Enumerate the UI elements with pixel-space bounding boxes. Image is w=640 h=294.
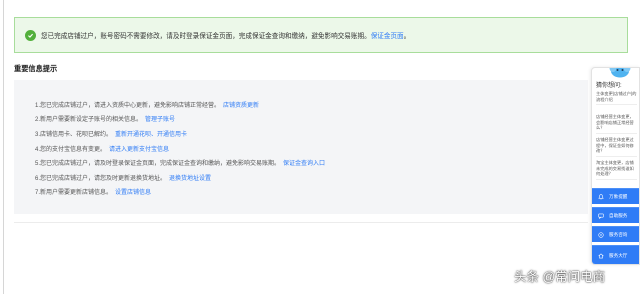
- home-icon: [598, 253, 604, 258]
- info-row: 2.新用户需要新设定子账号的相关信息。 管理子账号: [35, 112, 588, 127]
- self-service-label: 自助服务: [609, 212, 628, 218]
- divider: [14, 222, 588, 223]
- info-text: 1.您已完成店铺过户，请进入资质中心更新，避免影响店铺正常经营。: [35, 102, 221, 109]
- qualification-update-link[interactable]: 店铺资质更新: [223, 100, 259, 109]
- consult-label: 服务咨询: [609, 231, 628, 237]
- success-banner: 您已完成店铺过户，账号密码不需要修改，请及时登录保证金页面，完成保证金查询和缴纳…: [14, 17, 628, 53]
- info-row: 5.您已完成店铺过户，请及时登录保证金页面，完成保证金查询和缴纳，避免影响交易账…: [35, 155, 588, 170]
- assistant-panel: 猜你想问: 主体变更(店铺过户)的流程介绍 店铺经营主体变更，会影响店铺正常经营…: [591, 67, 640, 265]
- faq-question[interactable]: 店铺经营主体变更，会影响店铺正常经营么？: [596, 114, 637, 134]
- bell-icon: [598, 193, 604, 199]
- faq-question[interactable]: 店铺经营主体变更过程中，保证金如何修改？: [596, 137, 637, 157]
- info-text: 6.您已完成店铺过户，请您及时更新退换货地址。: [35, 175, 167, 182]
- service-hall-label: 服务大厅: [609, 252, 628, 258]
- info-row: 4.您的支付宝信息有变更。 请进入更新支付宝信息: [35, 141, 588, 156]
- banner-message: 您已完成店铺过户，账号密码不需要修改，请及时登录保证金页面，完成保证金查询和缴纳…: [41, 33, 371, 40]
- return-address-link[interactable]: 退换货地址设置: [169, 173, 211, 182]
- chat-icon: [598, 213, 604, 219]
- page-left-border: [3, 0, 4, 294]
- section-title: 重要信息提示: [14, 64, 58, 73]
- service-hall-button[interactable]: 服务大厅: [592, 245, 639, 264]
- check-circle-icon: [25, 29, 36, 41]
- update-alipay-link[interactable]: 请进入更新支付宝信息: [109, 144, 169, 153]
- info-row: 6.您已完成店铺过户，请您及时更新退换货地址。 退换货地址设置: [35, 170, 588, 185]
- banner-period: 。: [403, 33, 411, 40]
- faq-question[interactable]: 主体变更(店铺过户)的流程介绍: [596, 91, 637, 106]
- store-info-link[interactable]: 设置店铺信息: [115, 187, 151, 196]
- watermark-text: 头条 @常问电商: [514, 270, 606, 284]
- info-row: 1.您已完成店铺过户，请进入资质中心更新，避免影响店铺正常经营。 店铺资质更新: [35, 97, 588, 112]
- deposit-query-link[interactable]: 保证金查询入口: [283, 158, 325, 167]
- mascot-icon: [609, 68, 631, 78]
- reminder-label: 万象提醒: [609, 193, 628, 199]
- manage-subaccount-link[interactable]: 管理子账号: [145, 114, 175, 123]
- consult-button[interactable]: 服务咨询: [592, 226, 639, 242]
- service-icon: [598, 231, 604, 238]
- info-row: 3.店铺信用卡、花呗已解约。 重新开通花呗、开通信用卡: [35, 126, 588, 141]
- info-text: 3.店铺信用卡、花呗已解约。: [35, 131, 113, 138]
- reminder-button[interactable]: 万象提醒: [592, 188, 639, 204]
- deposit-page-link[interactable]: 保证金页面: [371, 30, 404, 40]
- reopen-huabei-link[interactable]: 重新开通花呗、开通信用卡: [115, 129, 187, 138]
- info-panel: 1.您已完成店铺过户，请进入资质中心更新，避免影响店铺正常经营。 店铺资质更新 …: [14, 80, 588, 214]
- info-row: 7.新用户需要更新店铺信息。 设置店铺信息: [35, 185, 588, 200]
- info-text: 4.您的支付宝信息有变更。: [35, 146, 107, 153]
- info-text: 7.新用户需要更新店铺信息。: [35, 190, 113, 197]
- info-text: 2.新用户需要新设定子账号的相关信息。: [35, 117, 143, 124]
- info-text: 5.您已完成店铺过户，请及时登录保证金页面，完成保证金查询和缴纳，避免影响交易账…: [35, 161, 281, 168]
- faq-question[interactable]: 淘宝主体变更，店铺未完成的交易找谁如何处理？: [596, 160, 637, 180]
- assistant-title: 猜你想问:: [596, 83, 622, 89]
- self-service-button[interactable]: 自助服务: [592, 207, 639, 223]
